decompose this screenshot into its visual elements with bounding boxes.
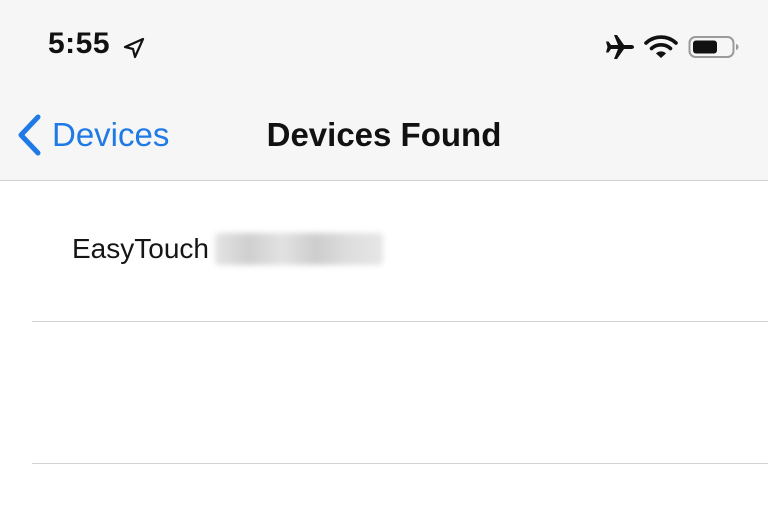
- redacted-device-id: [214, 233, 383, 265]
- battery-icon: [688, 36, 739, 58]
- screen: 5:55 Devices Devices Found EasyTouch: [0, 0, 768, 512]
- location-arrow-icon: [123, 37, 145, 59]
- device-name: EasyTouch: [72, 233, 209, 264]
- list-item-empty: [0, 322, 768, 463]
- wifi-icon: [644, 35, 678, 58]
- page-title: Devices Found: [266, 116, 502, 153]
- list-item[interactable]: EasyTouch: [0, 181, 768, 322]
- devices-list: EasyTouch: [0, 181, 768, 512]
- status-time: 5:55: [48, 27, 111, 60]
- device-name-row: EasyTouch: [72, 233, 383, 265]
- airplane-icon: [606, 35, 634, 59]
- row-divider: [32, 463, 768, 464]
- top-bar: 5:55 Devices Devices Found: [0, 0, 768, 181]
